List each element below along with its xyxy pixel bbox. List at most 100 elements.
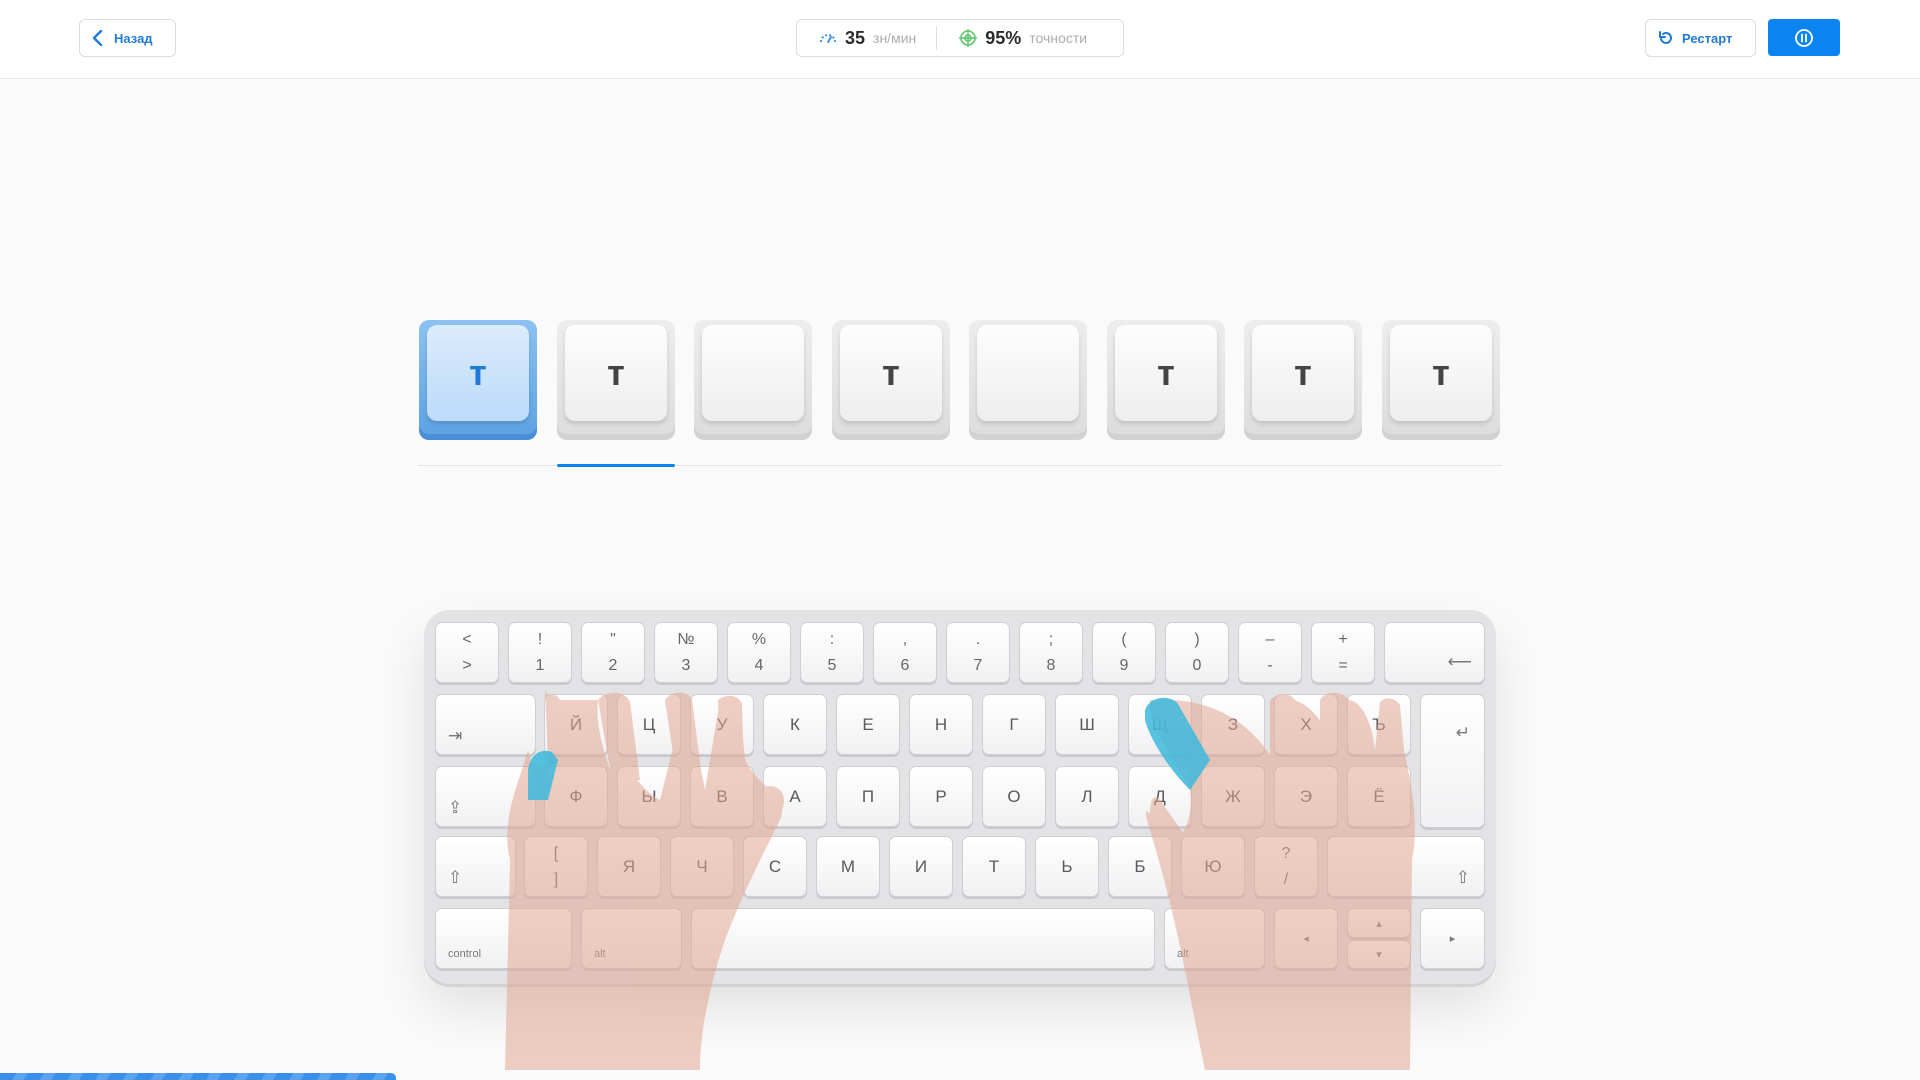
key[interactable]: Х: [1274, 694, 1338, 755]
back-button[interactable]: Назад: [79, 19, 176, 57]
key[interactable]: Е: [836, 694, 900, 755]
key[interactable]: % 4: [727, 622, 791, 683]
left-alt-key[interactable]: alt: [581, 908, 682, 969]
key[interactable]: П: [836, 766, 900, 827]
key-letter: Н: [934, 714, 948, 734]
key[interactable]: Э: [1274, 766, 1338, 827]
key[interactable]: :5: [800, 622, 864, 683]
letter-card: т: [832, 320, 950, 440]
key[interactable]: – -: [1238, 622, 1302, 683]
key[interactable]: № 3: [654, 622, 718, 683]
key-letter: В: [716, 786, 728, 806]
key-symbol: >: [462, 657, 472, 674]
pause-button[interactable]: [1768, 19, 1840, 56]
key[interactable]: А: [763, 766, 827, 827]
key-shift-symbol: .: [975, 631, 981, 648]
key[interactable]: Ю: [1181, 836, 1245, 897]
key[interactable]: С: [743, 836, 807, 897]
speedometer-icon: [820, 34, 836, 43]
backspace-key[interactable]: ⟵: [1384, 622, 1485, 683]
key[interactable]: .7: [946, 622, 1010, 683]
key[interactable]: В: [690, 766, 754, 827]
key[interactable]: Б: [1108, 836, 1172, 897]
key-shift-symbol: [: [553, 845, 559, 862]
key-letter: Э: [1299, 786, 1313, 806]
arrow-right-key[interactable]: ▸: [1420, 908, 1485, 969]
right-shift-key[interactable]: ⇧: [1327, 836, 1485, 897]
key[interactable]: []: [524, 836, 588, 897]
key-shift-symbol: +: [1338, 631, 1348, 648]
key[interactable]: Ш: [1055, 694, 1119, 755]
key[interactable]: Ъ: [1347, 694, 1411, 755]
tab-key[interactable]: ⇥: [435, 694, 536, 755]
key-symbol: 4: [754, 657, 764, 674]
key[interactable]: Ь: [1035, 836, 1099, 897]
key[interactable]: ? /: [1254, 836, 1318, 897]
key[interactable]: И: [889, 836, 953, 897]
key[interactable]: Ф: [544, 766, 608, 827]
space-key[interactable]: [691, 908, 1155, 969]
key[interactable]: (9: [1092, 622, 1156, 683]
key[interactable]: Ё: [1347, 766, 1411, 827]
key[interactable]: + =: [1311, 622, 1375, 683]
key[interactable]: З: [1201, 694, 1265, 755]
key[interactable]: У: [690, 694, 754, 755]
accuracy-unit: точности: [1029, 30, 1088, 46]
key-letter: Ц: [642, 714, 656, 734]
key-letter: П: [861, 786, 875, 806]
control-key[interactable]: control: [435, 908, 572, 969]
key-symbol: 2: [608, 657, 618, 674]
key[interactable]: Г: [982, 694, 1046, 755]
key-shift-symbol: ;: [1048, 631, 1054, 648]
key-shift-symbol: ): [1194, 631, 1200, 648]
key[interactable]: М: [816, 836, 880, 897]
key[interactable]: Т: [962, 836, 1026, 897]
key[interactable]: Д: [1128, 766, 1192, 827]
left-shift-key[interactable]: ⇧: [435, 836, 516, 897]
virtual-keyboard: < >! 1 " 2 № 3% 4:5, 6. 7; 8(9) 0– - + = ⟵ ⇥ Й Ц У К Е Н Г Ш Щ З Х Ъ…: [424, 610, 1496, 984]
key[interactable]: Н: [909, 694, 973, 755]
letter-card: т: [1382, 320, 1500, 440]
key[interactable]: ; 8: [1019, 622, 1083, 683]
key[interactable]: ) 0: [1165, 622, 1229, 683]
key[interactable]: К: [763, 694, 827, 755]
key[interactable]: Ж: [1201, 766, 1265, 827]
arrow-left-icon: ◂: [1303, 933, 1309, 945]
key-letter: Ь: [1061, 856, 1073, 876]
key[interactable]: Щ: [1128, 694, 1192, 755]
key[interactable]: Ц: [617, 694, 681, 755]
accuracy-value: 95%: [985, 27, 1022, 48]
key-shift-symbol: <: [462, 631, 472, 648]
capslock-key[interactable]: ⇪: [435, 766, 536, 827]
key[interactable]: ,6: [873, 622, 937, 683]
lesson-progress-bar: [0, 1073, 396, 1080]
key-letter: Ч: [696, 856, 708, 876]
key[interactable]: " 2: [581, 622, 645, 683]
key[interactable]: Й: [544, 694, 608, 755]
key-shift-symbol: %: [751, 631, 767, 648]
arrow-left-key[interactable]: ◂: [1274, 908, 1338, 969]
arrow-up-key[interactable]: ▴: [1347, 908, 1411, 938]
speed-stat: 35 зн/мин: [797, 20, 916, 56]
letter-card: т: [1244, 320, 1362, 440]
letter-track-progress: [557, 464, 675, 467]
key[interactable]: Ы: [617, 766, 681, 827]
key[interactable]: Л: [1055, 766, 1119, 827]
key[interactable]: ! 1: [508, 622, 572, 683]
letter-card: [969, 320, 1087, 440]
right-alt-key[interactable]: alt: [1164, 908, 1265, 969]
key-letter: М: [840, 856, 856, 876]
key[interactable]: Я: [597, 836, 661, 897]
key-letter: Я: [622, 856, 636, 876]
arrow-down-key[interactable]: ▾: [1347, 940, 1411, 969]
key-letter: Л: [1081, 786, 1093, 806]
key[interactable]: < >: [435, 622, 499, 683]
key[interactable]: Р: [909, 766, 973, 827]
key-symbol: -: [1267, 657, 1273, 674]
key-shift-symbol: ": [610, 631, 616, 648]
restart-button[interactable]: Рестарт: [1645, 19, 1756, 57]
enter-key[interactable]: ↵: [1420, 694, 1485, 828]
key[interactable]: Ч: [670, 836, 734, 897]
letter-card-face: т: [427, 325, 529, 421]
key[interactable]: О: [982, 766, 1046, 827]
